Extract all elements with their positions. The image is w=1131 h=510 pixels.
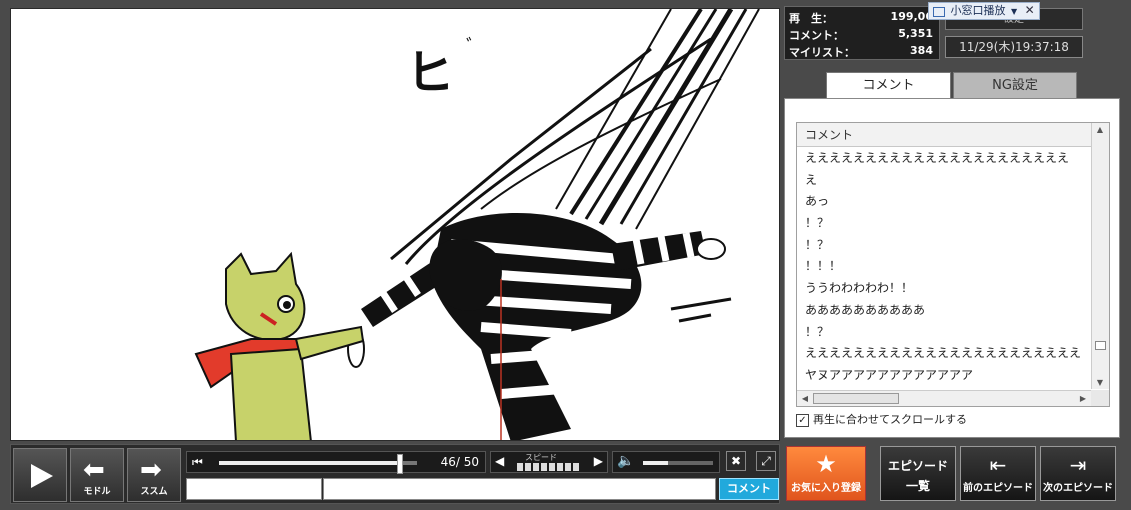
- comment-off-icon: ✖: [730, 454, 742, 468]
- seek-progress-fill: [219, 461, 400, 465]
- seek-track[interactable]: [219, 454, 417, 474]
- next-episode-icon: ⇥: [1069, 453, 1087, 477]
- volume-control[interactable]: 🔈: [612, 451, 720, 473]
- speed-level-meter: [517, 463, 579, 471]
- mylist-count-value: 384: [910, 44, 933, 57]
- tv-icon: [933, 7, 945, 17]
- video-frame-illustration: ヒ ﾞ: [194, 9, 760, 440]
- speed-up-icon[interactable]: ▶: [594, 454, 603, 468]
- horizontal-scrollbar[interactable]: ◀ ▶: [797, 390, 1091, 406]
- list-item[interactable]: え: [797, 170, 1090, 192]
- mylist-count-row: マイリスト： 384: [785, 42, 939, 59]
- dropdown-arrow-icon[interactable]: ▼: [1011, 7, 1017, 16]
- back-label: モドル: [83, 487, 111, 497]
- speed-control[interactable]: ◀ スピード ▶: [490, 451, 608, 473]
- fullscreen-button[interactable]: ⤢: [756, 451, 776, 471]
- vertical-scrollbar[interactable]: ▲ ▼: [1091, 123, 1109, 389]
- comment-count-row: コメント： 5,351: [785, 25, 939, 42]
- seek-handle[interactable]: [397, 454, 404, 474]
- time-current: 46: [440, 455, 456, 469]
- skip-to-start-icon[interactable]: ⏮: [192, 455, 203, 470]
- scroll-down-icon[interactable]: ▼: [1092, 378, 1108, 387]
- tab-comment[interactable]: コメント: [826, 72, 951, 98]
- star-icon: ★: [815, 450, 837, 478]
- episode-list-label-2: 一覧: [905, 479, 930, 493]
- next-episode-button[interactable]: ⇥ 次のエピソード: [1040, 446, 1116, 501]
- volume-track[interactable]: [643, 461, 713, 465]
- horizontal-scroll-thumb[interactable]: [813, 393, 899, 404]
- comment-count-value: 5,351: [898, 27, 933, 40]
- svg-text:ヒ: ヒ: [406, 45, 454, 101]
- autoscroll-option[interactable]: ✓ 再生に合わせてスクロールする: [796, 411, 1096, 427]
- list-item[interactable]: ！！！: [797, 256, 1090, 278]
- favorite-label: お気に入り登録: [791, 483, 861, 494]
- forward-label: ススム: [140, 487, 168, 497]
- scroll-thumb[interactable]: [1095, 341, 1106, 350]
- time-total: 50: [463, 455, 479, 469]
- comment-input[interactable]: [323, 478, 716, 500]
- arrow-left-icon: ⬅: [83, 455, 105, 485]
- speaker-icon[interactable]: 🔈: [617, 453, 634, 469]
- list-item[interactable]: えええええええええええええええええええええええ: [797, 343, 1090, 365]
- comment-list-header[interactable]: コメント: [797, 123, 1091, 147]
- volume-level-fill: [643, 461, 668, 465]
- scroll-left-icon[interactable]: ◀: [797, 394, 813, 403]
- play-count-row: 再 生： 199,06: [785, 8, 939, 25]
- speed-down-icon[interactable]: ◀: [495, 454, 504, 468]
- play-icon: [31, 464, 53, 488]
- list-item[interactable]: ！？: [797, 213, 1090, 235]
- fullscreen-icon: ⤢: [761, 454, 771, 468]
- video-stats-panel: 再 生： 199,06 コメント： 5,351 マイリスト： 384: [784, 6, 940, 60]
- next-episode-label: 次のエピソード: [1043, 483, 1113, 494]
- list-item[interactable]: ああああああああああ: [797, 300, 1090, 322]
- time-display: 46/ 50: [440, 455, 479, 469]
- prev-episode-label: 前のエピソード: [963, 483, 1033, 494]
- arrow-right-icon: ➡: [140, 455, 162, 485]
- video-player[interactable]: ヒ ﾞ: [10, 8, 780, 441]
- forward-button[interactable]: ➡ ススム: [127, 448, 181, 502]
- scroll-up-icon[interactable]: ▲: [1092, 125, 1108, 134]
- comment-toggle-button[interactable]: ✖: [726, 451, 746, 471]
- list-item[interactable]: ヤヌアアアアアアアアアアアア: [797, 365, 1090, 387]
- prev-episode-icon: ⇤: [989, 453, 1007, 477]
- play-count-value: 199,06: [890, 10, 933, 23]
- popup-player-button[interactable]: 小窓口播放 ▼ ✕: [928, 2, 1040, 20]
- episode-list-label-1: エピソード: [887, 459, 948, 473]
- prev-episode-button[interactable]: ⇤ 前のエピソード: [960, 446, 1036, 501]
- close-icon[interactable]: ✕: [1025, 3, 1035, 17]
- comment-count-label: コメント：: [789, 29, 844, 42]
- play-count-label: 再 生：: [789, 12, 833, 25]
- back-button[interactable]: ⬅ モドル: [70, 448, 124, 502]
- list-item[interactable]: ううわわわわわ！！: [797, 278, 1090, 300]
- command-input[interactable]: [186, 478, 322, 500]
- list-item[interactable]: あっ: [797, 191, 1090, 213]
- mylist-count-label: マイリスト：: [789, 46, 855, 59]
- play-button[interactable]: [13, 448, 67, 502]
- popup-label: 小窓口播放: [950, 4, 1006, 17]
- post-datetime: 11/29(木)19:37:18: [945, 36, 1083, 58]
- list-item[interactable]: ええええええええええええええええええええええ: [797, 148, 1090, 170]
- scroll-right-icon[interactable]: ▶: [1075, 394, 1091, 403]
- speed-label: スピード: [525, 453, 557, 462]
- list-item[interactable]: ！？: [797, 235, 1090, 257]
- autoscroll-label: 再生に合わせてスクロールする: [813, 413, 967, 426]
- comment-submit-button[interactable]: コメント: [719, 478, 779, 500]
- list-item[interactable]: ！？: [797, 322, 1090, 344]
- seek-bar[interactable]: ⏮ 46/ 50: [186, 451, 486, 474]
- episode-list-button[interactable]: エピソード 一覧: [880, 446, 956, 501]
- scrollbar-corner: [1091, 390, 1109, 406]
- add-favorite-button[interactable]: ★ お気に入り登録: [786, 446, 866, 501]
- autoscroll-checkbox[interactable]: ✓: [796, 413, 809, 427]
- comment-list-body[interactable]: ええええええええええええええええええええええ え あっ ！？ ！？ ！！！ うう…: [797, 148, 1090, 390]
- svg-text:ﾞ: ﾞ: [466, 35, 476, 59]
- tab-ng-settings[interactable]: NG設定: [953, 72, 1077, 98]
